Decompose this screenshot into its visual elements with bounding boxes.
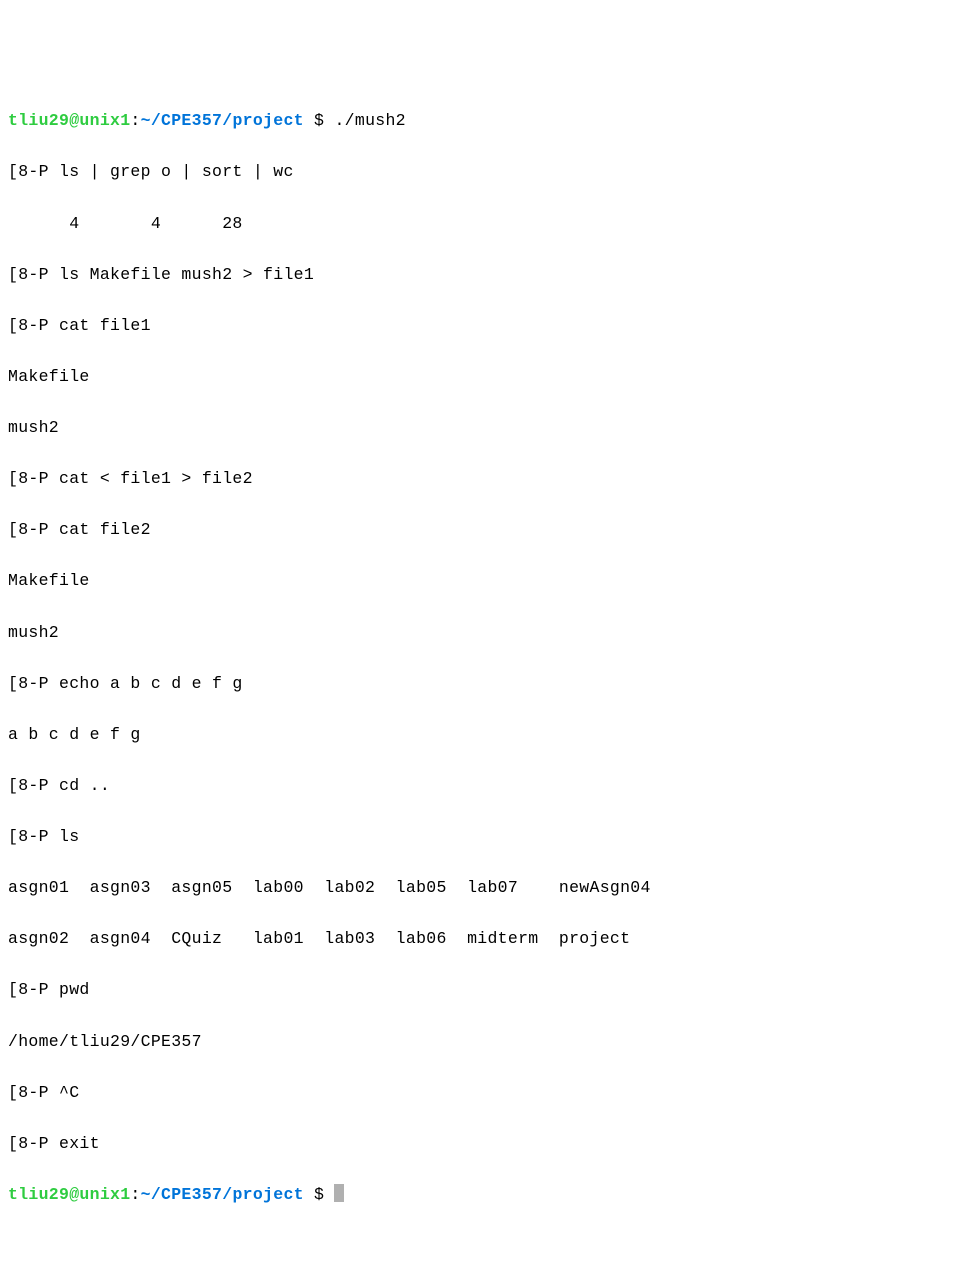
- bash-path: ~/CPE357/project: [141, 1185, 304, 1204]
- path-text: ~/CPE357/project: [141, 1185, 304, 1204]
- wc-output: 4 4 28: [8, 211, 952, 237]
- mush-prompt: [8-P cat file2: [8, 517, 952, 543]
- cat-output: Makefile: [8, 364, 952, 390]
- dollar-sign: $: [304, 111, 335, 130]
- bash-path: ~/CPE357/project: [141, 111, 304, 130]
- mush-prompt: [8-P cat file1: [8, 313, 952, 339]
- mush-prompt: [8-P cd ..: [8, 773, 952, 799]
- mush-prompt: [8-P ls | grep o | sort | wc: [8, 159, 952, 185]
- bash-user: tliu29@unix1: [8, 111, 130, 130]
- dollar-sign: $: [304, 1185, 335, 1204]
- cat-output: mush2: [8, 415, 952, 441]
- command-input[interactable]: ./mush2: [334, 111, 405, 130]
- ls-output-row: asgn01 asgn03 asgn05 lab00 lab02 lab05 l…: [8, 875, 952, 901]
- prompt-line-1[interactable]: tliu29@unix1:~/CPE357/project $ ./mush2: [8, 108, 952, 134]
- mush-prompt: [8-P ^C: [8, 1080, 952, 1106]
- user-text: tliu29@unix1: [8, 111, 130, 130]
- path-text: ~/CPE357/project: [141, 111, 304, 130]
- mush-prompt: [8-P cat < file1 > file2: [8, 466, 952, 492]
- sep: :: [130, 1185, 140, 1204]
- echo-output: a b c d e f g: [8, 722, 952, 748]
- ls-output-row: asgn02 asgn04 CQuiz lab01 lab03 lab06 mi…: [8, 926, 952, 952]
- cursor-block-icon[interactable]: [334, 1184, 344, 1202]
- sep: :: [130, 111, 140, 130]
- mush-prompt: [8-P ls: [8, 824, 952, 850]
- cat-output: Makefile: [8, 568, 952, 594]
- user-text: tliu29@unix1: [8, 1185, 130, 1204]
- prompt-line-2[interactable]: tliu29@unix1:~/CPE357/project $: [8, 1182, 952, 1208]
- bash-user: tliu29@unix1: [8, 1185, 130, 1204]
- mush-prompt: [8-P pwd: [8, 977, 952, 1003]
- cat-output: mush2: [8, 620, 952, 646]
- mush-prompt: [8-P ls Makefile mush2 > file1: [8, 262, 952, 288]
- pwd-output: /home/tliu29/CPE357: [8, 1029, 952, 1055]
- mush-prompt: [8-P exit: [8, 1131, 952, 1157]
- mush-prompt: [8-P echo a b c d e f g: [8, 671, 952, 697]
